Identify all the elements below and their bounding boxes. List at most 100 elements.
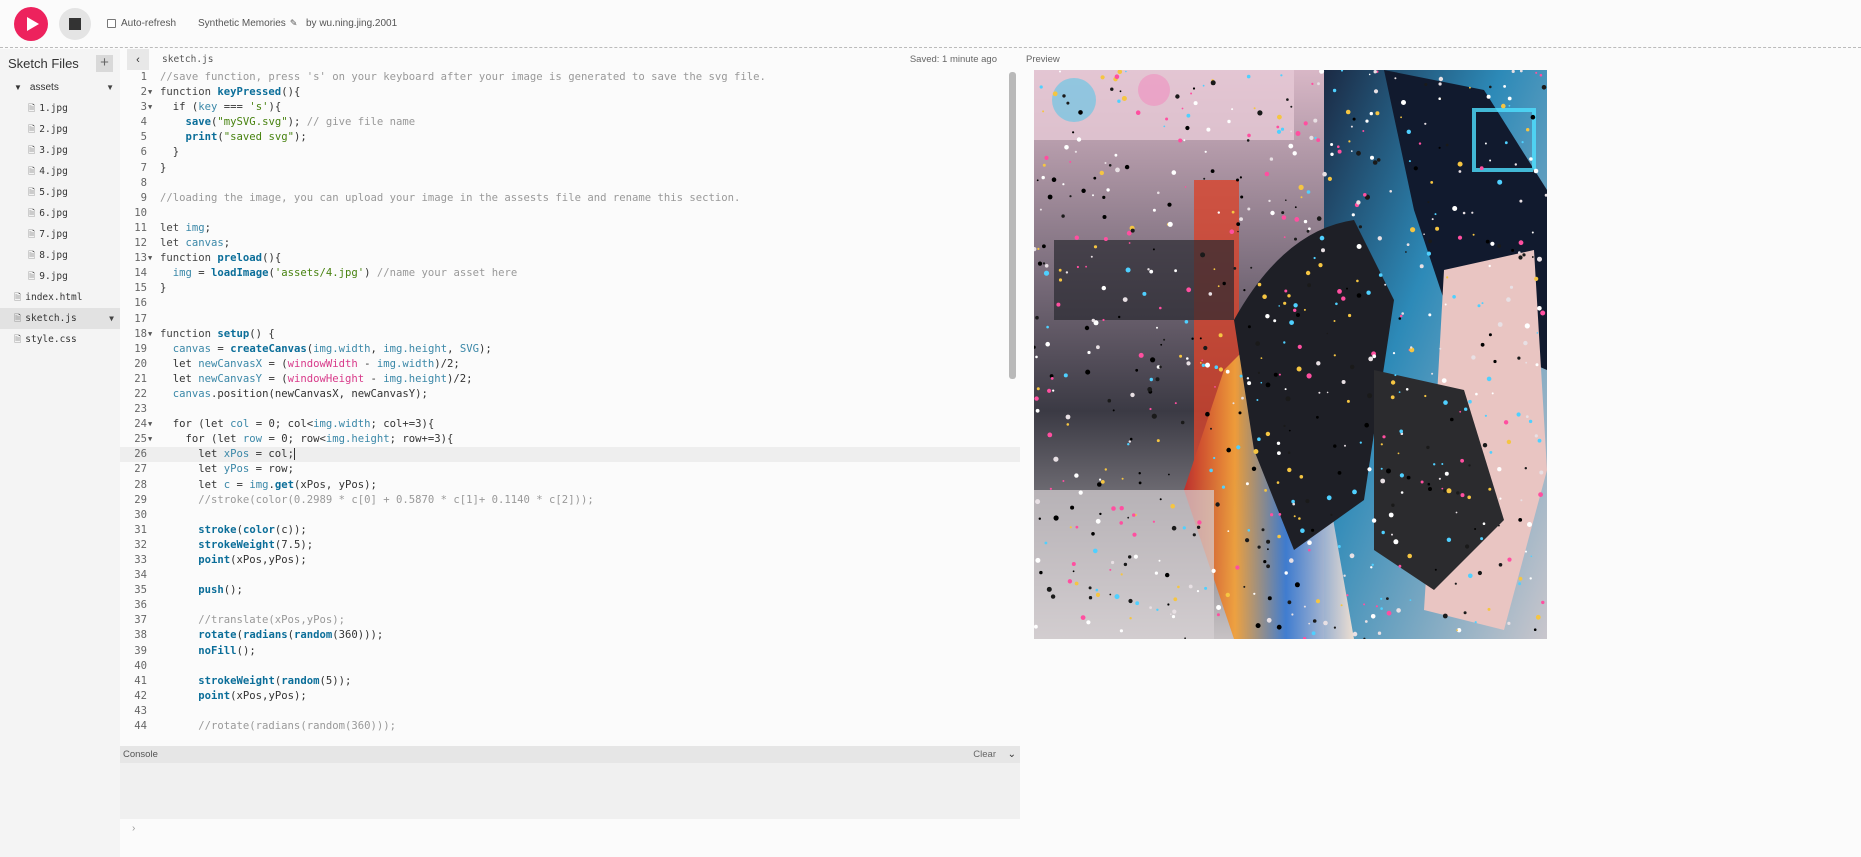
- file-item[interactable]: 🗎 4.jpg: [0, 161, 120, 182]
- image-speckle: [1537, 438, 1542, 443]
- code-line[interactable]: 6 }: [120, 145, 1020, 160]
- image-speckle: [1178, 138, 1183, 143]
- sketch-preview-canvas[interactable]: [1034, 70, 1547, 639]
- image-speckle: [1095, 592, 1101, 598]
- code-line[interactable]: 5 print("saved svg");: [120, 130, 1020, 145]
- code-line[interactable]: 20 let newCanvasX = (windowWidth - img.w…: [120, 357, 1020, 372]
- code-text: }: [160, 282, 167, 295]
- code-line[interactable]: 25 ▼ for (let row = 0; row<img.height; ro…: [120, 432, 1020, 447]
- play-button[interactable]: [14, 7, 48, 41]
- project-author[interactable]: by wu.ning.jing.2001: [306, 18, 397, 29]
- file-item[interactable]: 🗎 3.jpg: [0, 140, 120, 161]
- file-item[interactable]: 🗎 9.jpg: [0, 266, 120, 287]
- console-input[interactable]: ›: [120, 819, 1020, 857]
- code-line[interactable]: 26 let xPos = col;: [120, 447, 1020, 463]
- code-line[interactable]: 13 ▼ function preload(){: [120, 251, 1020, 266]
- image-speckle: [1287, 451, 1291, 455]
- code-line[interactable]: 18 ▼ function setup() {: [120, 327, 1020, 342]
- editor-filename: sketch.js: [162, 54, 214, 65]
- fold-arrow-icon[interactable]: ▼: [148, 85, 152, 100]
- editor-scrollbar[interactable]: [1009, 72, 1016, 379]
- autorefresh-toggle[interactable]: Auto-refresh: [107, 18, 176, 29]
- stop-button[interactable]: [59, 8, 91, 40]
- code-line[interactable]: 35 push();: [120, 583, 1020, 598]
- code-line[interactable]: 34: [120, 568, 1020, 583]
- code-line[interactable]: 14 img = loadImage('assets/4.jpg') //nam…: [120, 266, 1020, 281]
- chevron-down-icon[interactable]: ▼: [106, 83, 114, 92]
- add-file-button[interactable]: +: [96, 54, 113, 72]
- image-speckle: [1333, 354, 1336, 357]
- code-line[interactable]: 27 let yPos = row;: [120, 462, 1020, 477]
- fold-arrow-icon[interactable]: ▼: [148, 432, 152, 447]
- image-speckle: [1156, 439, 1160, 443]
- code-line[interactable]: 28 let c = img.get(xPos, yPos);: [120, 478, 1020, 493]
- fold-arrow-icon[interactable]: ▼: [148, 251, 152, 266]
- code-line[interactable]: 7}: [120, 161, 1020, 176]
- code-line[interactable]: 11 let img;: [120, 221, 1020, 236]
- image-speckle: [1236, 178, 1239, 182]
- console-clear-button[interactable]: Clear: [973, 749, 996, 760]
- collapse-sidebar-button[interactable]: ‹: [127, 49, 149, 70]
- file-item[interactable]: 🗎 2.jpg: [0, 119, 120, 140]
- code-line[interactable]: 21 let newCanvasY = (windowHeight - img.…: [120, 372, 1020, 387]
- code-line[interactable]: 33 point(xPos,yPos);: [120, 553, 1020, 568]
- pencil-icon[interactable]: ✎: [290, 18, 298, 29]
- file-item[interactable]: 🗎 7.jpg: [0, 224, 120, 245]
- image-speckle: [1264, 489, 1267, 492]
- code-line[interactable]: 1 //save function, press 's' on your keyb…: [120, 70, 1020, 85]
- image-speckle: [1046, 586, 1052, 592]
- code-line[interactable]: 39 noFill();: [120, 644, 1020, 659]
- file-item[interactable]: 🗎 8.jpg: [0, 245, 120, 266]
- fold-arrow-icon[interactable]: ▼: [148, 100, 152, 115]
- code-line[interactable]: 38 rotate(radians(random(360)));: [120, 628, 1020, 643]
- code-line[interactable]: 30: [120, 508, 1020, 523]
- image-speckle: [1203, 345, 1208, 351]
- code-line[interactable]: 29 //stroke(color(0.2989 * c[0] + 0.5870…: [120, 493, 1020, 508]
- code-line[interactable]: 31 stroke(color(c));: [120, 523, 1020, 538]
- code-line[interactable]: 16: [120, 296, 1020, 311]
- image-speckle: [1293, 308, 1297, 312]
- code-line[interactable]: 15}: [120, 281, 1020, 296]
- code-line[interactable]: 37 //translate(xPos,yPos);: [120, 613, 1020, 628]
- chevron-down-icon[interactable]: ⌄: [1008, 749, 1016, 760]
- image-speckle: [1527, 522, 1532, 527]
- file-item[interactable]: 🗎 style.css: [0, 329, 120, 350]
- code-line[interactable]: 3 ▼ if (key === 's'){: [120, 100, 1020, 115]
- file-item[interactable]: 🗎 5.jpg: [0, 182, 120, 203]
- image-speckle: [1125, 267, 1131, 273]
- code-line[interactable]: 40: [120, 659, 1020, 674]
- image-speckle: [1296, 313, 1300, 317]
- folder-assets[interactable]: ▼ assets ▼: [0, 77, 120, 98]
- image-speckle: [1078, 110, 1083, 115]
- code-line[interactable]: 24 ▼ for (let col = 0; col<img.width; col…: [120, 417, 1020, 432]
- code-line[interactable]: 4 save("mySVG.svg"); // give file name: [120, 115, 1020, 130]
- file-item[interactable]: 🗎 sketch.js ▼: [0, 308, 120, 329]
- fold-arrow-icon[interactable]: ▼: [148, 327, 152, 342]
- code-line[interactable]: 9 //loading the image, you can upload you…: [120, 191, 1020, 206]
- code-line[interactable]: 2 ▼ function keyPressed(){: [120, 85, 1020, 100]
- image-speckle: [1303, 219, 1308, 224]
- code-line[interactable]: 23: [120, 402, 1020, 417]
- project-name[interactable]: Synthetic Memories ✎: [198, 18, 297, 29]
- code-line[interactable]: 22 canvas.position(newCanvasX, newCanvas…: [120, 387, 1020, 402]
- file-item[interactable]: 🗎 1.jpg: [0, 98, 120, 119]
- code-line[interactable]: 44 //rotate(radians(random(360)));: [120, 719, 1020, 734]
- file-item[interactable]: 🗎 index.html: [0, 287, 120, 308]
- line-number: 17: [134, 312, 147, 325]
- code-line[interactable]: 42 point(xPos,yPos);: [120, 689, 1020, 704]
- autorefresh-checkbox[interactable]: [107, 19, 116, 28]
- code-line[interactable]: 12 let canvas;: [120, 236, 1020, 251]
- code-line[interactable]: 17: [120, 312, 1020, 327]
- code-line[interactable]: 41 strokeWeight(random(5));: [120, 674, 1020, 689]
- triangle-down-icon[interactable]: ▼: [14, 83, 22, 92]
- chevron-down-icon[interactable]: ▼: [109, 314, 114, 323]
- code-line[interactable]: 36: [120, 598, 1020, 613]
- code-editor[interactable]: 1 //save function, press 's' on your keyb…: [120, 70, 1020, 746]
- fold-arrow-icon[interactable]: ▼: [148, 417, 152, 432]
- code-line[interactable]: 8: [120, 176, 1020, 191]
- file-item[interactable]: 🗎 6.jpg: [0, 203, 120, 224]
- code-line[interactable]: 10: [120, 206, 1020, 221]
- code-line[interactable]: 43: [120, 704, 1020, 719]
- code-line[interactable]: 32 strokeWeight(7.5);: [120, 538, 1020, 553]
- code-line[interactable]: 19 canvas = createCanvas(img.width, img.…: [120, 342, 1020, 357]
